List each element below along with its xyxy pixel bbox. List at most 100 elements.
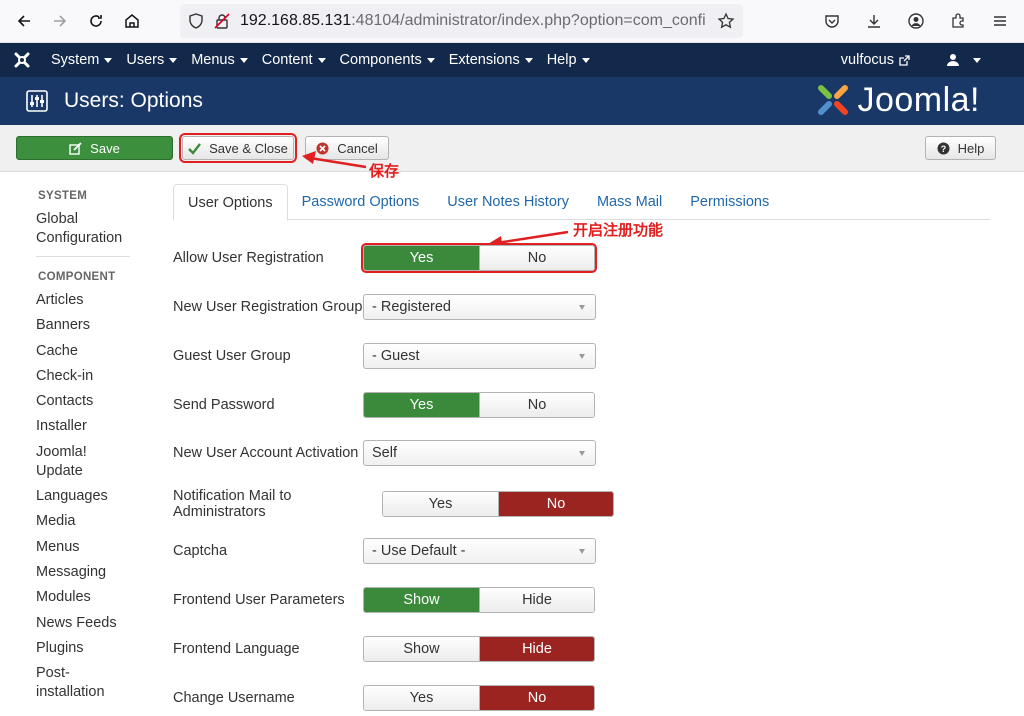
sidebar-item-joomla-update[interactable]: Joomla! Update: [36, 443, 173, 481]
menu-content[interactable]: Content: [255, 52, 333, 68]
no-option[interactable]: No: [479, 393, 594, 417]
send-password-toggle[interactable]: Yes No: [363, 392, 595, 418]
captcha-select[interactable]: - Use Default -: [363, 538, 596, 564]
menu-label: System: [51, 52, 100, 68]
sidebar-item-label: Update: [36, 462, 83, 479]
sidebar: SYSTEM Global Configuration COMPONENT Ar…: [0, 172, 173, 708]
sidebar-item-modules[interactable]: Modules: [36, 588, 173, 607]
menu-users[interactable]: Users: [119, 52, 184, 68]
sidebar-item-messaging[interactable]: Messaging: [36, 563, 173, 582]
option-guest-group: Guest User Group - Guest: [173, 343, 596, 369]
save-close-button[interactable]: Save & Close: [179, 133, 297, 163]
select-value: - Guest: [372, 348, 420, 364]
external-link-icon: [899, 54, 910, 66]
sidebar-item-label: Configuration: [36, 230, 123, 246]
no-option[interactable]: No: [498, 492, 613, 516]
back-icon[interactable]: [6, 3, 42, 39]
option-account-activation: New User Account Activation Self: [173, 440, 596, 466]
browser-toolbar: 192.168.85.131:48104/administrator/index…: [0, 0, 1024, 43]
sidebar-item-post-installation[interactable]: Post- installation: [36, 664, 173, 702]
sidebar-item-cache[interactable]: Cache: [36, 342, 173, 361]
sidebar-item-check-in[interactable]: Check-in: [36, 367, 173, 386]
allow-registration-toggle[interactable]: Yes No: [361, 243, 597, 273]
menu-label: Components: [339, 52, 422, 68]
menu-extensions[interactable]: Extensions: [442, 52, 540, 68]
yes-option[interactable]: Yes: [364, 246, 479, 270]
notification-mail-toggle[interactable]: Yes No: [382, 491, 614, 517]
download-icon[interactable]: [856, 3, 892, 39]
sidebar-item-installer[interactable]: Installer: [36, 417, 173, 436]
pocket-icon[interactable]: [814, 3, 850, 39]
tab-password-options[interactable]: Password Options: [288, 184, 434, 220]
sidebar-heading-component: COMPONENT: [38, 271, 116, 283]
select-value: - Use Default -: [372, 543, 466, 559]
sidebar-item-news-feeds[interactable]: News Feeds: [36, 614, 173, 633]
joomla-logo: Joomla!: [813, 80, 980, 120]
frontend-language-toggle[interactable]: Show Hide: [363, 636, 595, 662]
yes-option[interactable]: Yes: [364, 686, 479, 710]
option-change-username: Change Username Yes No: [173, 685, 595, 711]
cancel-label: Cancel: [337, 140, 378, 156]
menu-components[interactable]: Components: [333, 52, 442, 68]
option-frontend-language: Frontend Language Show Hide: [173, 636, 595, 662]
user-menu[interactable]: [939, 53, 988, 67]
tab-user-notes-history[interactable]: User Notes History: [433, 184, 583, 220]
show-option[interactable]: Show: [364, 637, 479, 661]
option-label: Allow User Registration: [173, 250, 324, 266]
url-bar[interactable]: 192.168.85.131:48104/administrator/index…: [180, 4, 743, 38]
sidebar-item-media[interactable]: Media: [36, 512, 173, 531]
guest-group-select[interactable]: - Guest: [363, 343, 596, 369]
new-user-group-select[interactable]: - Registered: [363, 294, 596, 320]
frontend-params-toggle[interactable]: Show Hide: [363, 587, 595, 613]
tab-permissions[interactable]: Permissions: [676, 184, 783, 220]
no-option[interactable]: No: [479, 246, 594, 270]
account-icon[interactable]: [898, 3, 934, 39]
options-sliders-icon: [26, 90, 48, 112]
user-icon: [947, 54, 959, 66]
edit-icon: [69, 141, 82, 155]
extensions-icon[interactable]: [940, 3, 976, 39]
account-activation-select[interactable]: Self: [363, 440, 596, 466]
hide-option[interactable]: Hide: [479, 588, 594, 612]
admin-top-nav: System Users Menus Content Components Ex…: [0, 43, 1024, 77]
sidebar-item-global-configuration[interactable]: Global Configuration: [36, 210, 173, 248]
caret-icon: [169, 57, 178, 63]
sidebar-item-languages[interactable]: Languages: [36, 487, 173, 506]
save-button[interactable]: Save: [16, 136, 173, 160]
forward-icon[interactable]: [42, 3, 78, 39]
home-icon[interactable]: [114, 3, 150, 39]
page-header: Users: Options Joomla!: [0, 77, 1024, 125]
tab-mass-mail[interactable]: Mass Mail: [583, 184, 676, 220]
sidebar-item-plugins[interactable]: Plugins: [36, 639, 173, 658]
site-link[interactable]: vulfocus: [834, 52, 917, 68]
sidebar-item-articles[interactable]: Articles: [36, 291, 173, 310]
menu-help[interactable]: Help: [540, 52, 597, 68]
bookmark-star-icon[interactable]: [717, 12, 735, 30]
help-label: Help: [957, 140, 985, 156]
hide-option[interactable]: Hide: [479, 637, 594, 661]
cancel-button[interactable]: Cancel: [305, 136, 389, 160]
reload-icon[interactable]: [78, 3, 114, 39]
yes-option[interactable]: Yes: [364, 393, 479, 417]
select-value: - Registered: [372, 299, 451, 315]
dropdown-arrow-icon: [579, 305, 585, 310]
menu-menus[interactable]: Menus: [184, 52, 255, 68]
menu-icon[interactable]: [982, 3, 1018, 39]
caret-icon: [239, 57, 248, 63]
show-option[interactable]: Show: [364, 588, 479, 612]
menu-system[interactable]: System: [44, 52, 119, 68]
tab-user-options[interactable]: User Options: [173, 184, 288, 221]
page-title: Users: Options: [64, 89, 203, 112]
change-username-toggle[interactable]: Yes No: [363, 685, 595, 711]
sidebar-item-menus[interactable]: Menus: [36, 538, 173, 557]
yes-option[interactable]: Yes: [383, 492, 498, 516]
joomla-mini-icon[interactable]: [0, 50, 44, 70]
sidebar-item-contacts[interactable]: Contacts: [36, 392, 173, 411]
option-new-user-group: New User Registration Group - Registered: [173, 294, 596, 320]
insecure-lock-icon[interactable]: [214, 13, 230, 29]
help-button[interactable]: ? Help: [925, 136, 996, 160]
sidebar-item-banners[interactable]: Banners: [36, 316, 173, 335]
no-option[interactable]: No: [479, 686, 594, 710]
menu-label: Extensions: [448, 52, 520, 68]
shield-icon[interactable]: [188, 13, 204, 29]
